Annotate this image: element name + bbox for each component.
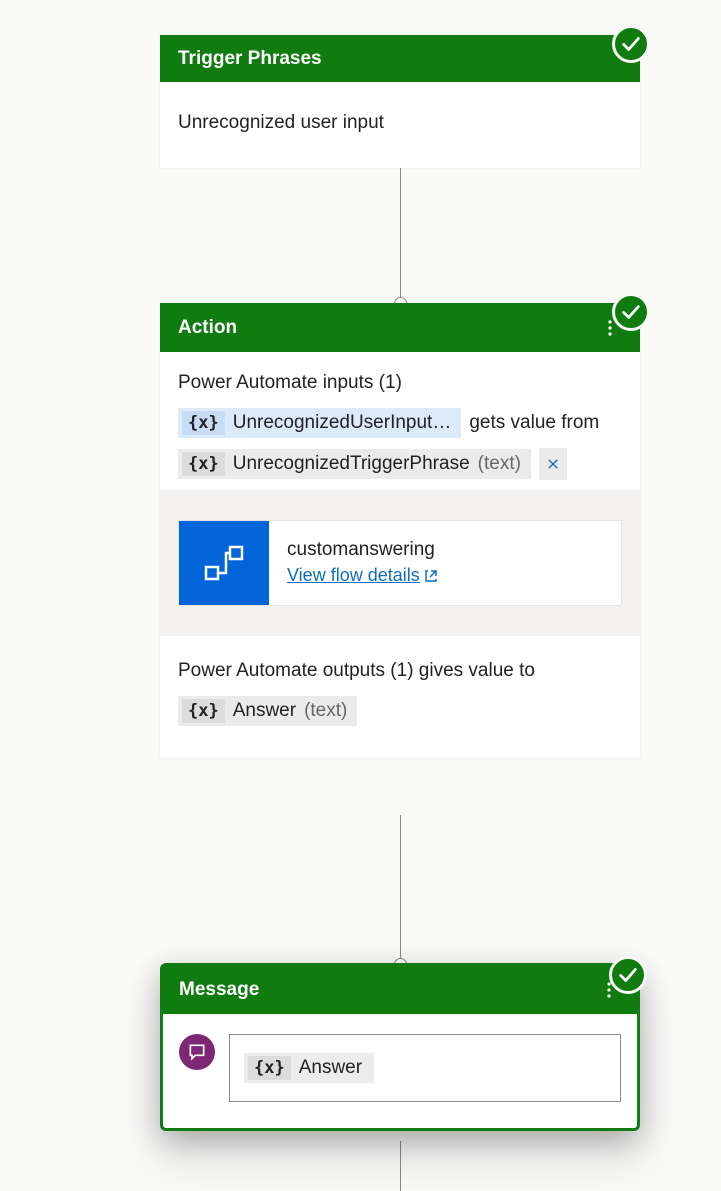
- trigger-phrases-node[interactable]: Trigger Phrases Unrecognized user input: [160, 35, 640, 168]
- input-variable-token[interactable]: {x} UnrecognizedUserInput…: [178, 408, 461, 438]
- variable-name: UnrecognizedTriggerPhrase: [233, 453, 470, 475]
- connector-line: [400, 1141, 401, 1191]
- remove-mapping-button[interactable]: [539, 448, 567, 480]
- variable-type: (text): [304, 700, 347, 722]
- checkmark-badge-icon: [612, 25, 650, 63]
- node-title: Action: [178, 317, 237, 339]
- connector-line: [400, 157, 401, 303]
- inputs-label: Power Automate inputs (1): [178, 372, 622, 394]
- node-title: Trigger Phrases: [178, 48, 322, 70]
- node-title: Message: [179, 979, 259, 1001]
- flow-icon: [179, 521, 269, 605]
- variable-icon: {x}: [182, 452, 225, 476]
- source-variable-token[interactable]: {x} UnrecognizedTriggerPhrase (text): [178, 449, 531, 479]
- flow-container: customanswering View flow details: [160, 490, 640, 636]
- output-variable-token[interactable]: {x} Answer (text): [178, 696, 357, 726]
- node-header[interactable]: Trigger Phrases: [160, 35, 640, 82]
- checkmark-badge-icon: [612, 293, 650, 331]
- action-node[interactable]: Action Power Automate inputs (1) {x} Unr…: [160, 303, 640, 758]
- node-header[interactable]: Message: [163, 966, 637, 1014]
- variable-type: (text): [478, 453, 521, 475]
- trigger-content: Unrecognized user input: [160, 82, 640, 168]
- action-body: Power Automate inputs (1) {x} Unrecogniz…: [160, 352, 640, 758]
- variable-name: Answer: [299, 1057, 362, 1079]
- message-icon: [179, 1034, 215, 1070]
- variable-name: Answer: [233, 700, 296, 722]
- variable-icon: {x}: [182, 699, 225, 723]
- variable-name: UnrecognizedUserInput…: [233, 412, 452, 434]
- view-flow-details-link[interactable]: View flow details: [287, 565, 438, 586]
- message-content-box[interactable]: {x} Answer: [229, 1034, 621, 1102]
- flow-card[interactable]: customanswering View flow details: [178, 520, 622, 606]
- flow-name: customanswering: [287, 539, 438, 561]
- variable-icon: {x}: [182, 411, 225, 435]
- message-node[interactable]: Message {x} Answer: [160, 963, 640, 1131]
- node-header[interactable]: Action: [160, 303, 640, 352]
- variable-icon: {x}: [248, 1056, 291, 1080]
- outputs-label: Power Automate outputs (1) gives value t…: [178, 660, 622, 682]
- connector-line: [400, 815, 401, 965]
- gets-value-from-label: gets value from: [469, 412, 599, 434]
- answer-variable-token[interactable]: {x} Answer: [244, 1053, 374, 1083]
- checkmark-badge-icon: [609, 956, 647, 994]
- external-link-icon: [424, 569, 438, 583]
